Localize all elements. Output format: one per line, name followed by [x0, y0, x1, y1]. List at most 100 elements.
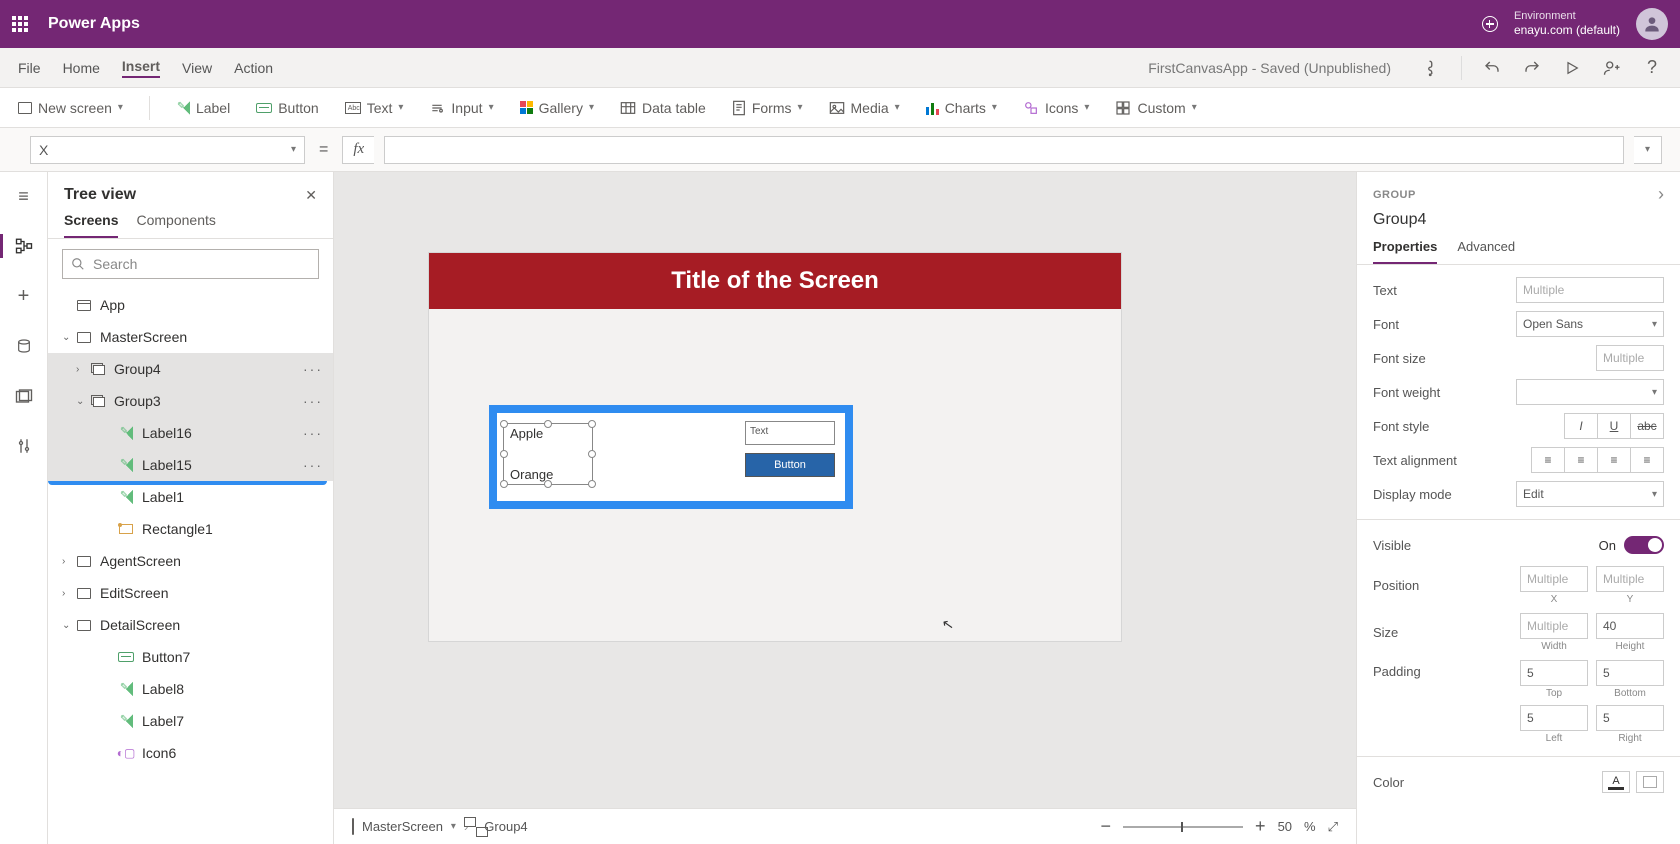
tree-view-icon[interactable] [14, 236, 34, 256]
user-avatar[interactable] [1636, 8, 1668, 40]
menu-file[interactable]: File [18, 60, 41, 76]
tree-item-label15[interactable]: Label15 ··· [48, 449, 333, 481]
tab-components[interactable]: Components [136, 212, 215, 238]
formula-input[interactable] [384, 136, 1624, 164]
help-icon[interactable]: ? [1642, 58, 1662, 78]
selected-group-box[interactable]: Apple Orange Text Button [489, 405, 853, 509]
advanced-tools-icon[interactable] [14, 436, 34, 456]
menu-insert[interactable]: Insert [122, 58, 160, 78]
text-input[interactable]: Multiple [1516, 277, 1664, 303]
font-color-button[interactable]: A [1602, 771, 1630, 793]
more-icon[interactable]: ··· [303, 361, 323, 377]
padding-bottom-input[interactable]: 5 [1596, 660, 1664, 686]
tab-advanced[interactable]: Advanced [1457, 239, 1515, 264]
media-dropdown[interactable]: Media ▾ [829, 100, 900, 116]
menu-home[interactable]: Home [63, 60, 100, 76]
tree-item-masterscreen[interactable]: ⌄ MasterScreen [48, 321, 333, 353]
tree-item-group4[interactable]: › Group4 ··· [48, 353, 333, 385]
tree-search-input[interactable]: Search [62, 249, 319, 279]
close-icon[interactable]: ✕ [305, 187, 317, 204]
more-icon[interactable]: ··· [303, 457, 323, 473]
selected-control-name[interactable]: Group4 [1357, 209, 1680, 239]
breadcrumb-screen[interactable]: MasterScreen [362, 819, 443, 834]
environment[interactable]: Environment enayu.com (default) [1514, 9, 1620, 39]
environment-icon[interactable] [1482, 16, 1498, 32]
tree-item-editscreen[interactable]: › EditScreen [48, 577, 333, 609]
position-y-input[interactable]: Multiple [1596, 566, 1664, 592]
font-weight-select[interactable]: ▾ [1516, 379, 1664, 405]
tree-item-label16[interactable]: Label16 ··· [48, 417, 333, 449]
font-size-input[interactable]: Multiple [1596, 345, 1664, 371]
text-dropdown[interactable]: Abc Text ▾ [345, 100, 404, 116]
size-height-input[interactable]: 40 [1596, 613, 1664, 639]
media-icon [829, 101, 845, 115]
padding-left-input[interactable]: 5 [1520, 705, 1588, 731]
tree-item-rectangle1[interactable]: Rectangle1 [48, 513, 333, 545]
align-right-button[interactable]: ≡ [1597, 447, 1631, 473]
canvas-area[interactable]: Title of the Screen Apple Orange Text Bu… [334, 172, 1356, 844]
tree-item-button7[interactable]: Button7 [48, 641, 333, 673]
media-rail-icon[interactable] [14, 386, 34, 406]
zoom-out-button[interactable]: − [1101, 816, 1112, 837]
tree-item-label8[interactable]: Label8 [48, 673, 333, 705]
app-checker-icon[interactable] [1421, 58, 1441, 78]
tab-screens[interactable]: Screens [64, 212, 118, 238]
tab-properties[interactable]: Properties [1373, 239, 1437, 264]
more-icon[interactable]: ··· [303, 393, 323, 409]
text-selection-box[interactable]: Text [745, 421, 835, 445]
insert-icon[interactable]: + [14, 286, 34, 306]
hamburger-icon[interactable]: ≡ [14, 186, 34, 206]
italic-button[interactable]: I [1564, 413, 1598, 439]
icons-dropdown[interactable]: Icons ▾ [1023, 100, 1090, 116]
button-selection-box[interactable]: Button [745, 453, 835, 477]
chevron-right-icon[interactable]: › [1658, 184, 1664, 205]
tree-item-label7[interactable]: Label7 [48, 705, 333, 737]
tree-item-agentscreen[interactable]: › AgentScreen [48, 545, 333, 577]
padding-right-input[interactable]: 5 [1596, 705, 1664, 731]
align-left-button[interactable]: ≡ [1531, 447, 1565, 473]
tree-item-icon6[interactable]: ◐▢ Icon6 [48, 737, 333, 769]
tree-item-label1[interactable]: Label1 [48, 481, 333, 513]
menu-action[interactable]: Action [234, 60, 273, 76]
zoom-slider[interactable] [1123, 826, 1243, 828]
undo-icon[interactable] [1482, 58, 1502, 78]
play-icon[interactable] [1562, 58, 1582, 78]
input-dropdown[interactable]: Input ▾ [429, 100, 493, 116]
fit-to-screen-icon[interactable]: ⤢ [1328, 819, 1338, 835]
button-button[interactable]: Button [256, 100, 318, 116]
strikethrough-button[interactable]: abc [1630, 413, 1664, 439]
chevron-down-icon[interactable]: ▾ [451, 821, 456, 832]
redo-icon[interactable] [1522, 58, 1542, 78]
charts-dropdown[interactable]: Charts ▾ [926, 100, 997, 116]
breadcrumb-selection[interactable]: Group4 [484, 819, 527, 834]
tree-item-app[interactable]: App [48, 289, 333, 321]
new-screen-button[interactable]: New screen ▾ [18, 100, 123, 116]
tree-item-detailscreen[interactable]: ⌄ DetailScreen [48, 609, 333, 641]
waffle-icon[interactable] [12, 16, 28, 32]
more-icon[interactable]: ··· [303, 425, 323, 441]
share-icon[interactable] [1602, 58, 1622, 78]
label-button[interactable]: Label [176, 100, 230, 116]
labels-selection-box[interactable]: Apple Orange [503, 423, 593, 485]
underline-button[interactable]: U [1597, 413, 1631, 439]
align-center-button[interactable]: ≡ [1564, 447, 1598, 473]
gallery-dropdown[interactable]: Gallery ▾ [520, 100, 594, 116]
zoom-in-button[interactable]: + [1255, 816, 1266, 837]
data-icon[interactable] [14, 336, 34, 356]
tree-item-group3[interactable]: ⌄ Group3 ··· [48, 385, 333, 417]
fill-color-button[interactable] [1636, 771, 1664, 793]
visible-toggle[interactable] [1624, 536, 1664, 554]
font-select[interactable]: Open Sans▾ [1516, 311, 1664, 337]
size-width-input[interactable]: Multiple [1520, 613, 1588, 639]
formula-expand-button[interactable]: ▾ [1634, 136, 1662, 164]
custom-dropdown[interactable]: Custom ▾ [1115, 100, 1196, 116]
display-mode-select[interactable]: Edit▾ [1516, 481, 1664, 507]
data-table-button[interactable]: Data table [620, 100, 706, 116]
padding-top-input[interactable]: 5 [1520, 660, 1588, 686]
canvas-screen[interactable]: Title of the Screen Apple Orange Text Bu… [428, 252, 1122, 642]
position-x-input[interactable]: Multiple [1520, 566, 1588, 592]
property-selector[interactable]: X ▾ [30, 136, 305, 164]
menu-view[interactable]: View [182, 60, 212, 76]
forms-dropdown[interactable]: Forms ▾ [732, 100, 803, 116]
align-justify-button[interactable]: ≡ [1630, 447, 1664, 473]
